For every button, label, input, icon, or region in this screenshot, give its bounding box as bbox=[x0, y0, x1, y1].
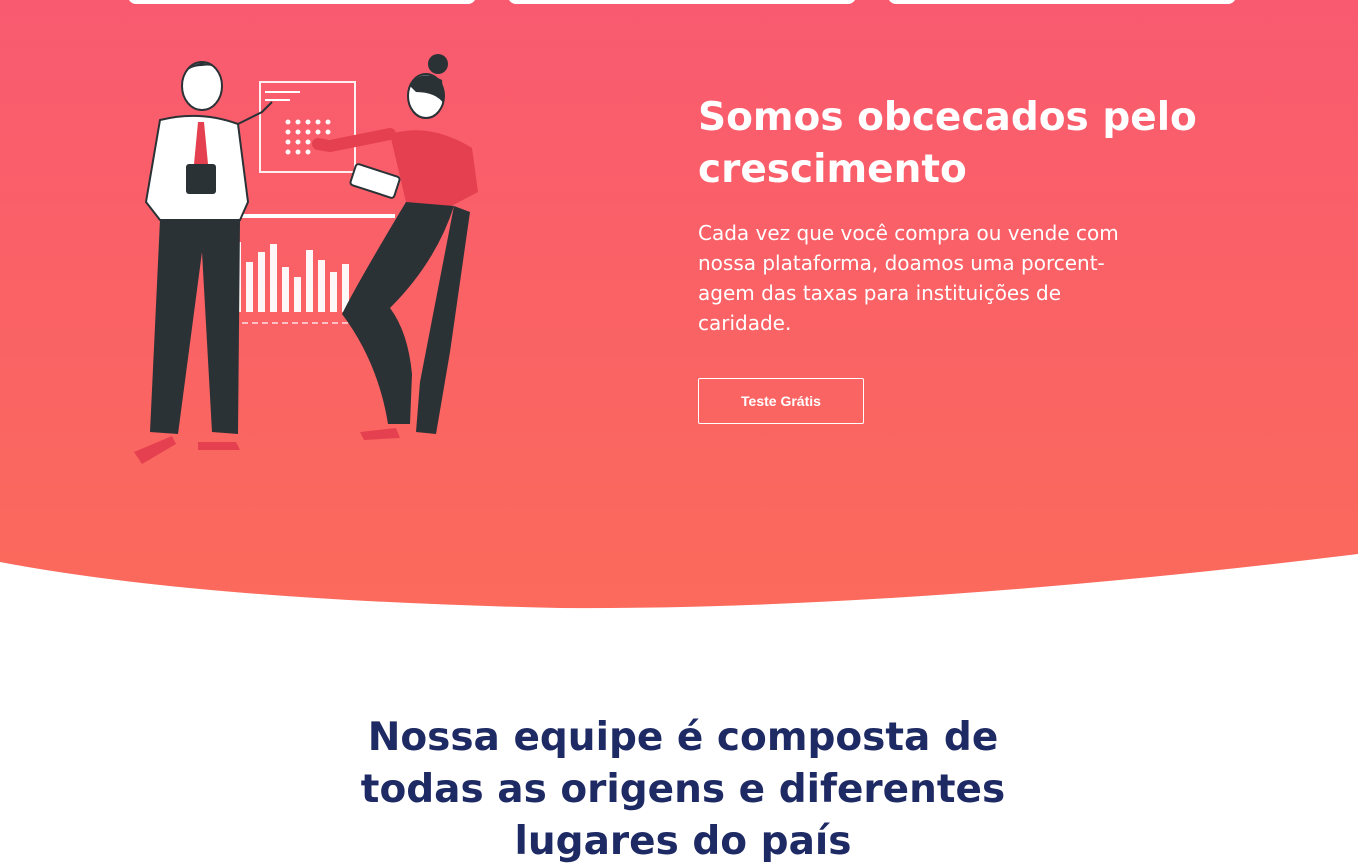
hero-description: Cada vez que você compra ou vende com no… bbox=[698, 221, 1119, 335]
feature-card-edge bbox=[128, 0, 476, 4]
feature-card-edge bbox=[508, 0, 856, 4]
team-section-title: Nossa equipe é composta de todas as orig… bbox=[360, 715, 1006, 864]
team-presentation-illustration bbox=[134, 54, 478, 464]
free-trial-button[interactable]: Teste Grátis bbox=[698, 378, 864, 424]
hero-section: Somos obcecados pelo crescimento Cada ve… bbox=[0, 0, 1358, 610]
hero-bottom-wave bbox=[0, 554, 1358, 620]
hero-title: Somos obcecados pelo crescimento bbox=[698, 95, 1197, 192]
feature-card-edge bbox=[888, 0, 1236, 4]
